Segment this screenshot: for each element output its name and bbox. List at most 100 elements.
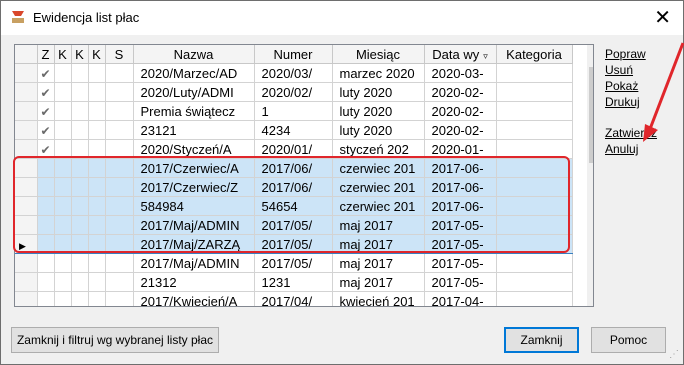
cell-kategoria[interactable]	[496, 234, 573, 254]
cell-numer[interactable]: 54654	[254, 196, 333, 216]
cell-z[interactable]	[37, 158, 55, 178]
cell-z[interactable]	[37, 234, 55, 254]
scrollbar-thumb[interactable]	[589, 67, 593, 163]
table-row[interactable]: 584984 54654 czerwiec 201 2017-06-	[15, 196, 573, 216]
cell-nazwa[interactable]: 21312	[133, 272, 255, 292]
cell-z[interactable]: ✔	[37, 139, 55, 159]
cell-miesiac[interactable]: luty 2020	[332, 82, 425, 102]
cell-z[interactable]	[37, 291, 55, 306]
table-row[interactable]: ✔ 23121 4234 luty 2020 2020-02-	[15, 120, 573, 140]
column-header-s[interactable]: S	[105, 45, 134, 64]
cell-k1[interactable]	[54, 63, 72, 83]
cell-z[interactable]	[37, 177, 55, 197]
cell-miesiac[interactable]: czerwiec 201	[332, 158, 425, 178]
cell-k1[interactable]	[54, 101, 72, 121]
cell-numer[interactable]: 4234	[254, 120, 333, 140]
row-indicator[interactable]	[15, 101, 38, 121]
column-header-z[interactable]: Z	[37, 45, 55, 64]
cell-nazwa[interactable]: 2020/Luty/ADMI	[133, 82, 255, 102]
cell-k3[interactable]	[88, 158, 106, 178]
column-header-numer[interactable]: Numer	[254, 45, 333, 64]
cell-z[interactable]	[37, 215, 55, 235]
cell-s[interactable]	[105, 63, 134, 83]
cell-numer[interactable]: 2020/03/	[254, 63, 333, 83]
row-indicator[interactable]: ▶	[15, 234, 38, 254]
cell-k2[interactable]	[71, 177, 89, 197]
cell-s[interactable]	[105, 139, 134, 159]
cell-k2[interactable]	[71, 158, 89, 178]
row-indicator[interactable]	[15, 253, 38, 273]
cell-kategoria[interactable]	[496, 196, 573, 216]
row-indicator[interactable]	[15, 82, 38, 102]
column-header-miesiac[interactable]: Miesiąc	[332, 45, 425, 64]
cell-s[interactable]	[105, 120, 134, 140]
cell-numer[interactable]: 2017/06/	[254, 177, 333, 197]
cell-k3[interactable]	[88, 177, 106, 197]
help-button[interactable]: Pomoc	[591, 327, 666, 353]
cell-numer[interactable]: 2017/04/	[254, 291, 333, 306]
scroll-up-icon[interactable]: ▲	[587, 45, 593, 62]
cell-k3[interactable]	[88, 234, 106, 254]
cell-kategoria[interactable]	[496, 177, 573, 197]
cell-s[interactable]	[105, 177, 134, 197]
cell-kategoria[interactable]	[496, 139, 573, 159]
table-row[interactable]: ✔ 2020/Luty/ADMI 2020/02/luty 2020 2020-02-	[15, 82, 573, 102]
cell-data[interactable]: 2017-05-	[424, 215, 497, 235]
cell-nazwa[interactable]: 2020/Marzec/AD	[133, 63, 255, 83]
cell-nazwa[interactable]: 2017/Maj/ZARZĄ	[133, 234, 255, 254]
cell-numer[interactable]: 2017/05/	[254, 253, 333, 273]
column-header-k1[interactable]: K	[54, 45, 72, 64]
cell-k3[interactable]	[88, 272, 106, 292]
cell-k1[interactable]	[54, 177, 72, 197]
column-header-data[interactable]: Data wy ▿	[424, 45, 497, 64]
cell-z[interactable]	[37, 196, 55, 216]
cell-kategoria[interactable]	[496, 101, 573, 121]
cell-numer[interactable]: 2017/06/	[254, 158, 333, 178]
table-row[interactable]: ✔ Premia świątecz 1 luty 2020 2020-02-	[15, 101, 573, 121]
cell-numer[interactable]: 1	[254, 101, 333, 121]
cell-numer[interactable]: 1231	[254, 272, 333, 292]
cell-k3[interactable]	[88, 63, 106, 83]
cell-k2[interactable]	[71, 63, 89, 83]
cell-numer[interactable]: 2017/05/	[254, 215, 333, 235]
cell-data[interactable]: 2017-05-	[424, 234, 497, 254]
cell-k3[interactable]	[88, 196, 106, 216]
cell-z[interactable]	[37, 253, 55, 273]
cell-k3[interactable]	[88, 82, 106, 102]
table-row[interactable]: ▶ 2017/Maj/ZARZĄ 2017/05/maj 2017 2017-05-	[15, 234, 573, 254]
cell-k3[interactable]	[88, 101, 106, 121]
close-button[interactable]: Zamknij	[504, 327, 579, 353]
cell-z[interactable]: ✔	[37, 120, 55, 140]
cell-miesiac[interactable]: maj 2017	[332, 215, 425, 235]
row-indicator[interactable]	[15, 291, 38, 306]
cell-kategoria[interactable]	[496, 158, 573, 178]
cell-k2[interactable]	[71, 291, 89, 306]
table-row[interactable]: 2017/Czerwiec/Z 2017/06/czerwiec 201 2017-…	[15, 177, 573, 197]
cell-s[interactable]	[105, 253, 134, 273]
cell-s[interactable]	[105, 158, 134, 178]
cell-k1[interactable]	[54, 253, 72, 273]
cell-miesiac[interactable]: maj 2017	[332, 253, 425, 273]
row-indicator[interactable]	[15, 177, 38, 197]
cell-kategoria[interactable]	[496, 63, 573, 83]
cell-data[interactable]: 2020-02-	[424, 82, 497, 102]
row-indicator[interactable]	[15, 63, 38, 83]
row-indicator[interactable]	[15, 158, 38, 178]
cell-k3[interactable]	[88, 120, 106, 140]
cell-data[interactable]: 2017-05-	[424, 272, 497, 292]
cell-k3[interactable]	[88, 215, 106, 235]
cell-miesiac[interactable]: luty 2020	[332, 120, 425, 140]
cell-nazwa[interactable]: 2017/Maj/ADMIN	[133, 253, 255, 273]
close-and-filter-button[interactable]: Zamknij i filtruj wg wybranej listy płac	[11, 327, 219, 353]
cell-kategoria[interactable]	[496, 120, 573, 140]
cell-k3[interactable]	[88, 253, 106, 273]
cell-miesiac[interactable]: marzec 2020	[332, 63, 425, 83]
table-row[interactable]: ✔ 2020/Marzec/AD 2020/03/marzec 2020 2020-0…	[15, 63, 573, 83]
cell-s[interactable]	[105, 82, 134, 102]
cell-nazwa[interactable]: 2017/Maj/ADMIN	[133, 215, 255, 235]
cell-miesiac[interactable]: maj 2017	[332, 272, 425, 292]
row-indicator[interactable]	[15, 272, 38, 292]
row-indicator[interactable]	[15, 139, 38, 159]
cell-s[interactable]	[105, 234, 134, 254]
cell-nazwa[interactable]: 2020/Styczeń/A	[133, 139, 255, 159]
